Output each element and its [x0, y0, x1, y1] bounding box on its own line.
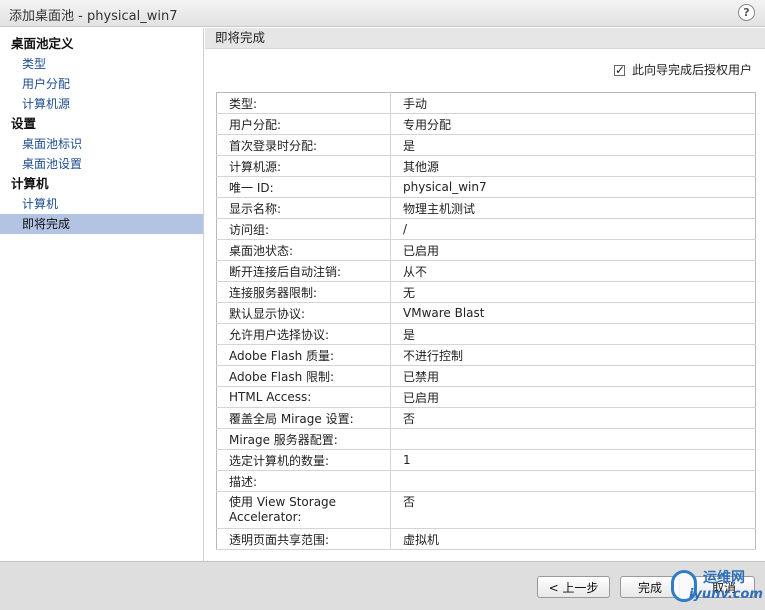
- title-bar: 添加桌面池 - physical_win7 ?: [0, 0, 765, 27]
- finish-button[interactable]: 完成: [620, 576, 680, 598]
- nav-group-pool-definition: 桌面池定义: [11, 36, 74, 51]
- summary-value: 手动: [390, 92, 756, 114]
- table-row: 覆盖全局 Mirage 设置: 否: [216, 407, 756, 429]
- nav-item-user-assignment[interactable]: 用户分配: [0, 74, 203, 94]
- table-row: 允许用户选择协议: 是: [216, 323, 756, 345]
- summary-key: 桌面池状态:: [216, 239, 391, 261]
- table-row: 透明页面共享范围: 虚拟机: [216, 528, 756, 550]
- window-title: 添加桌面池 - physical_win7: [9, 9, 178, 24]
- summary-key: 显示名称:: [216, 197, 391, 219]
- summary-value: 否: [390, 491, 756, 529]
- table-row: 连接服务器限制: 无: [216, 281, 756, 303]
- table-row: 使用 View Storage Accelerator: 否: [216, 491, 756, 529]
- authorize-users-option[interactable]: ✓ 此向导完成后授权用户: [613, 62, 752, 78]
- summary-key: 计算机源:: [216, 155, 391, 177]
- wizard-sidebar: 桌面池定义 类型 用户分配 计算机源 设置 桌面池标识 桌面池设置 计算机 计算…: [0, 28, 204, 561]
- summary-value: 其他源: [390, 155, 756, 177]
- summary-value: [390, 428, 756, 450]
- summary-key: 选定计算机的数量:: [216, 449, 391, 471]
- summary-table: 类型: 手动 用户分配: 专用分配 首次登录时分配: 是计算机源: 其他源 唯一 ID: phy…: [216, 92, 756, 550]
- table-row: 唯一 ID: physical_win7: [216, 176, 756, 198]
- summary-value: 不进行控制: [390, 344, 756, 366]
- authorize-users-label: 此向导完成后授权用户: [631, 63, 752, 77]
- table-row: 类型: 手动: [216, 92, 756, 114]
- summary-value: 无: [390, 281, 756, 303]
- cancel-button[interactable]: 取消: [693, 576, 755, 598]
- summary-key: 默认显示协议:: [216, 302, 391, 324]
- section-header: 即将完成: [205, 28, 765, 49]
- summary-value: /: [390, 218, 756, 240]
- nav-item-ready-to-complete[interactable]: 即将完成: [0, 214, 203, 234]
- table-row: 计算机源: 其他源: [216, 155, 756, 177]
- table-row: 用户分配: 专用分配: [216, 113, 756, 135]
- table-row: HTML Access: 已启用: [216, 386, 756, 408]
- summary-value: 专用分配: [390, 113, 756, 135]
- summary-value: 是: [390, 323, 756, 345]
- back-button[interactable]: < 上一步: [537, 576, 610, 598]
- summary-key: 连接服务器限制:: [216, 281, 391, 303]
- nav-item-pool-identification[interactable]: 桌面池标识: [0, 134, 203, 154]
- summary-key: 唯一 ID:: [216, 176, 391, 198]
- help-icon[interactable]: ?: [738, 4, 755, 21]
- summary-key: 描述:: [216, 470, 391, 492]
- table-row: 桌面池状态: 已启用: [216, 239, 756, 261]
- summary-key: 允许用户选择协议:: [216, 323, 391, 345]
- summary-key: 断开连接后自动注销:: [216, 260, 391, 282]
- summary-key: 覆盖全局 Mirage 设置:: [216, 407, 391, 429]
- summary-value: 是: [390, 134, 756, 156]
- summary-value: VMware Blast: [390, 302, 756, 324]
- table-row: 访问组: /: [216, 218, 756, 240]
- summary-value: 1: [390, 449, 756, 471]
- summary-value: [390, 470, 756, 492]
- main-panel: 即将完成 ✓ 此向导完成后授权用户 类型: 手动 用户分配: 专用分配 首次登录时分配:…: [205, 28, 765, 561]
- summary-key: Adobe Flash 质量:: [216, 344, 391, 366]
- table-row: Mirage 服务器配置:: [216, 428, 756, 450]
- summary-key: 首次登录时分配:: [216, 134, 391, 156]
- summary-key: Adobe Flash 限制:: [216, 365, 391, 387]
- summary-value: 已启用: [390, 239, 756, 261]
- nav-group-machines: 计算机: [11, 176, 49, 191]
- table-row: 断开连接后自动注销: 从不: [216, 260, 756, 282]
- summary-key: 访问组:: [216, 218, 391, 240]
- summary-key: HTML Access:: [216, 386, 391, 408]
- table-row: Adobe Flash 质量: 不进行控制: [216, 344, 756, 366]
- table-row: Adobe Flash 限制: 已禁用: [216, 365, 756, 387]
- checkmark-icon: ✓: [614, 62, 626, 77]
- nav-group-settings: 设置: [11, 116, 37, 131]
- summary-value: 物理主机测试: [390, 197, 756, 219]
- summary-value: 否: [390, 407, 756, 429]
- table-row: 首次登录时分配: 是: [216, 134, 756, 156]
- nav-item-machine-source[interactable]: 计算机源: [0, 94, 203, 114]
- nav-item-pool-settings[interactable]: 桌面池设置: [0, 154, 203, 174]
- table-row: 选定计算机的数量: 1: [216, 449, 756, 471]
- nav-item-machines[interactable]: 计算机: [0, 194, 203, 214]
- summary-value: 已启用: [390, 386, 756, 408]
- summary-key: 使用 View Storage Accelerator:: [216, 491, 391, 529]
- table-row: 默认显示协议: VMware Blast: [216, 302, 756, 324]
- summary-key: 类型:: [216, 92, 391, 114]
- table-row: 显示名称: 物理主机测试: [216, 197, 756, 219]
- footer-bar: < 上一步 完成 取消: [0, 561, 765, 610]
- summary-value: 从不: [390, 260, 756, 282]
- summary-value: 虚拟机: [390, 528, 756, 550]
- authorize-users-checkbox[interactable]: ✓: [613, 62, 626, 77]
- nav-item-type[interactable]: 类型: [0, 54, 203, 74]
- summary-key: 透明页面共享范围:: [216, 528, 391, 550]
- summary-value: physical_win7: [390, 176, 756, 198]
- table-row: 描述:: [216, 470, 756, 492]
- summary-key: 用户分配:: [216, 113, 391, 135]
- summary-value: 已禁用: [390, 365, 756, 387]
- summary-key: Mirage 服务器配置:: [216, 428, 391, 450]
